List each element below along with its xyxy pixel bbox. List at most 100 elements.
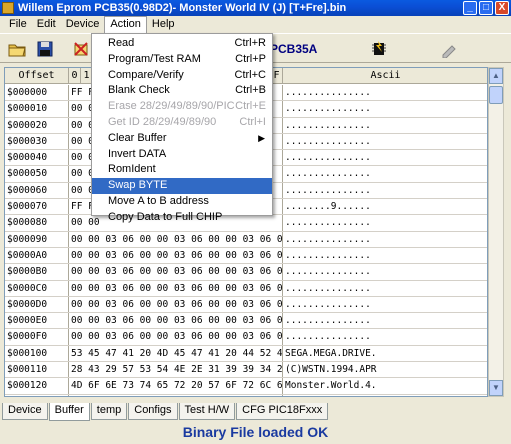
menu-edit[interactable]: Edit — [32, 16, 61, 33]
menu-item-erase-28-29-49-89-90-pic[interactable]: Erase 28/29/49/89/90/PIC Ctrl+E — [92, 99, 272, 115]
row-hex-bytes[interactable]: 53 45 47 41 20 4D 45 47 41 20 44 52 49 5… — [69, 345, 283, 362]
action-menu-dropdown: Read Ctrl+R Program/Test RAM Ctrl+P Compare/… — [91, 33, 273, 223]
submenu-arrow-icon: ▶ — [258, 132, 265, 143]
menu-item-read[interactable]: Read Ctrl+R — [92, 36, 272, 52]
close-button[interactable]: X — [495, 1, 509, 15]
menu-item-shortcut: Ctrl+R — [234, 37, 266, 49]
header-offset: Offset — [5, 68, 69, 84]
tab-temp[interactable]: temp — [90, 403, 128, 420]
menu-device[interactable]: Device — [61, 16, 105, 33]
tab-test-hw[interactable]: Test H/W — [178, 403, 236, 420]
table-row[interactable]: $0000A0 00 00 03 06 00 00 03 06 00 00 03 … — [5, 247, 487, 265]
menu-item-program-test-ram[interactable]: Program/Test RAM Ctrl+P — [92, 52, 272, 68]
row-hex-bytes[interactable]: 28 43 29 57 53 54 4E 2E 31 39 39 34 2E 4… — [69, 362, 283, 378]
erase-icon[interactable] — [72, 40, 90, 58]
row-offset: $000130 — [5, 394, 69, 396]
row-offset: $0000D0 — [5, 296, 69, 313]
vertical-scrollbar[interactable]: ▲ ▼ — [488, 67, 504, 397]
table-row[interactable]: $000110 28 43 29 57 53 54 4E 2E 31 39 39 … — [5, 362, 487, 379]
table-row[interactable]: $000120 4D 6F 6E 73 74 65 72 20 57 6F 72 … — [5, 378, 487, 395]
menu-item-shortcut: Ctrl+I — [239, 115, 266, 128]
table-row[interactable]: $0000E0 00 00 03 06 00 00 03 06 00 00 03 … — [5, 313, 487, 330]
minimize-button[interactable]: _ — [463, 1, 477, 15]
table-row[interactable]: $0000B0 00 00 03 06 00 00 03 06 00 00 03 … — [5, 264, 487, 281]
row-offset: $000120 — [5, 378, 69, 394]
write-icon[interactable] — [440, 40, 458, 59]
row-ascii: ............... — [285, 135, 371, 147]
header-ascii: Ascii — [283, 68, 487, 84]
menu-file[interactable]: File — [4, 16, 32, 33]
bottom-tabs: Device Buffer temp Configs Test H/W CFG … — [2, 403, 329, 421]
menu-item-clear-buffer[interactable]: Clear Buffer ▶ — [92, 131, 272, 147]
chip-icon[interactable] — [370, 40, 388, 58]
tab-buffer[interactable]: Buffer — [48, 403, 90, 421]
row-offset: $000020 — [5, 117, 69, 133]
row-offset: $0000E0 — [5, 313, 69, 329]
maximize-button[interactable]: □ — [479, 1, 493, 15]
menu-item-compare-verify[interactable]: Compare/Verify Ctrl+C — [92, 68, 272, 84]
row-ascii: (C)WSTN.1994.APR — [285, 364, 377, 376]
table-row[interactable]: $0000D0 00 00 03 06 00 00 03 06 00 00 03 … — [5, 296, 487, 314]
table-row[interactable]: $0000C0 00 00 03 06 00 00 03 06 00 00 03 … — [5, 280, 487, 297]
row-offset: $000010 — [5, 101, 69, 117]
row-ascii: ............... — [285, 119, 371, 131]
menu-item-romident[interactable]: RomIdent — [92, 162, 272, 178]
row-hex-bytes[interactable]: 00 00 03 06 00 00 03 06 00 00 03 06 00 0… — [69, 296, 283, 313]
row-ascii: ............... — [285, 233, 371, 245]
table-row[interactable]: $000090 00 00 03 06 00 00 03 06 00 00 03 … — [5, 231, 487, 248]
menu-help[interactable]: Help — [147, 16, 180, 33]
row-offset: $000060 — [5, 182, 69, 199]
row-ascii: ............... — [285, 152, 371, 164]
tab-device[interactable]: Device — [2, 403, 48, 420]
save-disk-icon[interactable] — [36, 40, 54, 58]
row-ascii: ............... — [285, 298, 371, 310]
menu-item-move-a-to-b-address[interactable]: Move A to B address — [92, 194, 272, 210]
title-bar: Willem Eprom PCB35(0.98D2)- Monster Worl… — [0, 0, 511, 16]
tab-cfg-pic18fxxx[interactable]: CFG PIC18Fxxx — [236, 403, 329, 420]
menu-item-get-id-28-29-49-89-90[interactable]: Get ID 28/29/49/89/90 Ctrl+I — [92, 115, 272, 131]
row-ascii: ............... — [285, 103, 371, 115]
row-offset: $0000A0 — [5, 247, 69, 264]
row-ascii: ............... — [285, 249, 371, 261]
menu-item-copy-data-to-full-chip[interactable]: Copy Data to Full CHIP — [92, 210, 272, 226]
scroll-up-arrow-icon[interactable]: ▲ — [489, 68, 503, 84]
menu-item-label: Move A to B address — [108, 194, 209, 207]
tab-configs[interactable]: Configs — [128, 403, 178, 420]
row-ascii: ............... — [285, 282, 371, 294]
row-offset: $0000F0 — [5, 329, 69, 345]
scroll-thumb[interactable] — [489, 86, 503, 104]
menu-item-shortcut: Ctrl+C — [234, 68, 266, 81]
row-offset: $000080 — [5, 215, 69, 231]
row-offset: $000100 — [5, 345, 69, 362]
menu-item-label: Swap BYTE — [108, 179, 168, 192]
row-offset: $0000C0 — [5, 280, 69, 296]
menu-item-blank-check[interactable]: Blank Check Ctrl+B — [92, 83, 272, 99]
row-hex-bytes[interactable]: 4D 6F 6E 73 74 65 72 20 57 6F 72 6C 64 2… — [69, 378, 283, 394]
device-label: PCB35A — [270, 42, 318, 56]
row-ascii: Monster.World.4. — [285, 380, 377, 392]
scroll-down-arrow-icon[interactable]: ▼ — [489, 380, 503, 396]
row-hex-bytes[interactable]: 00 00 03 06 00 00 03 06 00 00 03 06 00 0… — [69, 313, 283, 329]
menu-item-swap-byte[interactable]: Swap BYTE — [92, 178, 272, 194]
table-row[interactable]: $0000F0 00 00 03 06 00 00 03 06 00 00 03 … — [5, 329, 487, 346]
menu-item-label: Get ID 28/29/49/89/90 — [108, 115, 217, 128]
row-hex-bytes[interactable]: 00 00 03 06 00 00 03 06 00 00 03 06 00 0… — [69, 247, 283, 264]
menu-item-label: Clear Buffer — [108, 131, 167, 144]
row-offset: $0000B0 — [5, 264, 69, 280]
open-folder-icon[interactable] — [8, 40, 26, 58]
window-title: Willem Eprom PCB35(0.98D2)- Monster Worl… — [18, 2, 347, 14]
row-hex-bytes[interactable]: 00 00 03 06 00 00 03 06 00 00 03 06 00 0… — [69, 280, 283, 296]
row-hex-bytes[interactable]: 00 00 03 06 00 00 03 06 00 00 03 06 00 0… — [69, 264, 283, 280]
row-hex-bytes[interactable]: 00 00 03 06 00 00 03 06 00 00 03 06 00 0… — [69, 231, 283, 247]
row-ascii: ............... — [285, 315, 371, 327]
table-row[interactable]: $000100 53 45 47 41 20 4D 45 47 41 20 44 … — [5, 345, 487, 363]
menu-item-label: Invert DATA — [108, 147, 167, 160]
row-hex-bytes[interactable]: 20 20 20 20 20 20 20 20 20 20 20 20 20 2… — [69, 394, 283, 396]
row-hex-bytes[interactable]: 00 00 03 06 00 00 03 06 00 00 03 06 00 0… — [69, 329, 283, 345]
menu-action[interactable]: Action — [104, 16, 147, 33]
row-ascii: ............... — [285, 184, 371, 196]
menu-item-invert-data[interactable]: Invert DATA — [92, 147, 272, 163]
menu-bar: File Edit Device Action Help — [0, 16, 511, 33]
row-offset: $000070 — [5, 199, 69, 215]
table-row[interactable]: $00013020 20 20 20 20 20 20 20 20 20 20 … — [5, 394, 487, 396]
